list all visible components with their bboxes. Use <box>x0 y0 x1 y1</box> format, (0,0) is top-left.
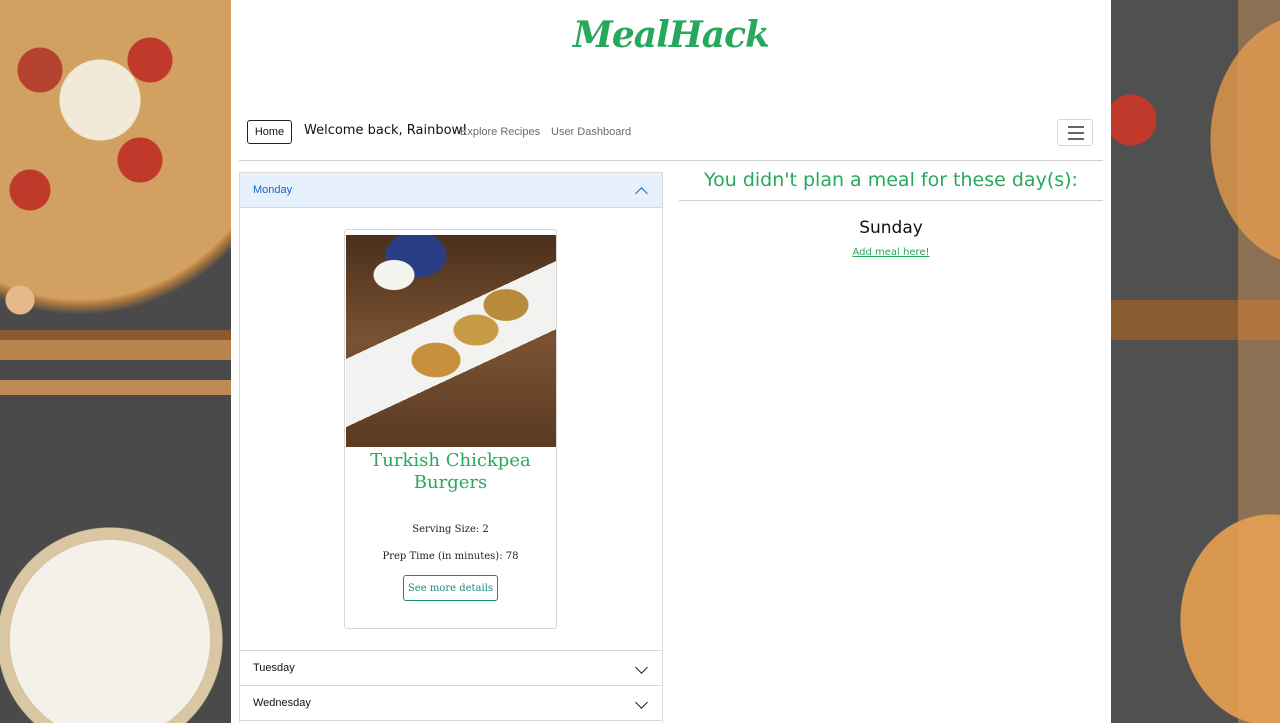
recipe-image <box>346 235 556 447</box>
recipe-title: Turkish Chickpea Burgers <box>370 450 531 493</box>
accordion-header-wednesday[interactable]: Wednesday <box>240 686 662 721</box>
nav-home-button[interactable]: Home <box>247 120 292 144</box>
navbar: Home Welcome back, Rainbow! Explore Reci… <box>239 113 1103 161</box>
recipe-card: Turkish Chickpea Burgers Serving Size: 2… <box>344 229 557 629</box>
chevron-down-icon <box>635 696 648 709</box>
background-pizza-right <box>1111 0 1280 723</box>
chevron-down-icon <box>635 661 648 674</box>
accordion-label: Tuesday <box>253 662 295 674</box>
nav-user-dashboard-link[interactable]: User Dashboard <box>551 126 631 138</box>
recipe-prep-time: Prep Time (in minutes): 78 <box>382 551 519 562</box>
chevron-up-icon <box>635 187 648 200</box>
hamburger-icon <box>1068 138 1084 140</box>
hamburger-icon <box>1068 126 1084 128</box>
accordion-header-tuesday[interactable]: Tuesday <box>240 651 662 686</box>
welcome-message: Welcome back, Rainbow! <box>304 123 468 138</box>
recipe-serving-size: Serving Size: 2 <box>412 524 489 535</box>
main-container: MealHack Home Welcome back, Rainbow! Exp… <box>231 0 1111 723</box>
meal-plan-accordion: Monday Turkish Chickpea Burgers Serving … <box>239 172 663 723</box>
unplanned-days-heading: You didn't plan a meal for these day(s): <box>679 169 1103 201</box>
accordion-label: Wednesday <box>253 697 311 709</box>
see-more-details-button[interactable]: See more details <box>403 575 498 601</box>
navbar-toggler-button[interactable] <box>1057 119 1093 146</box>
accordion-header-monday[interactable]: Monday <box>240 173 662 208</box>
unplanned-day-name: Sunday <box>859 218 923 238</box>
background-pizza-left <box>0 0 231 723</box>
nav-explore-recipes-link[interactable]: Explore Recipes <box>460 126 540 138</box>
hamburger-icon <box>1068 132 1084 134</box>
add-meal-link[interactable]: Add meal here! <box>679 247 1103 258</box>
brand-logo[interactable]: MealHack <box>231 14 1111 56</box>
accordion-label: Monday <box>253 184 293 196</box>
accordion-body-monday: Turkish Chickpea Burgers Serving Size: 2… <box>240 208 662 651</box>
